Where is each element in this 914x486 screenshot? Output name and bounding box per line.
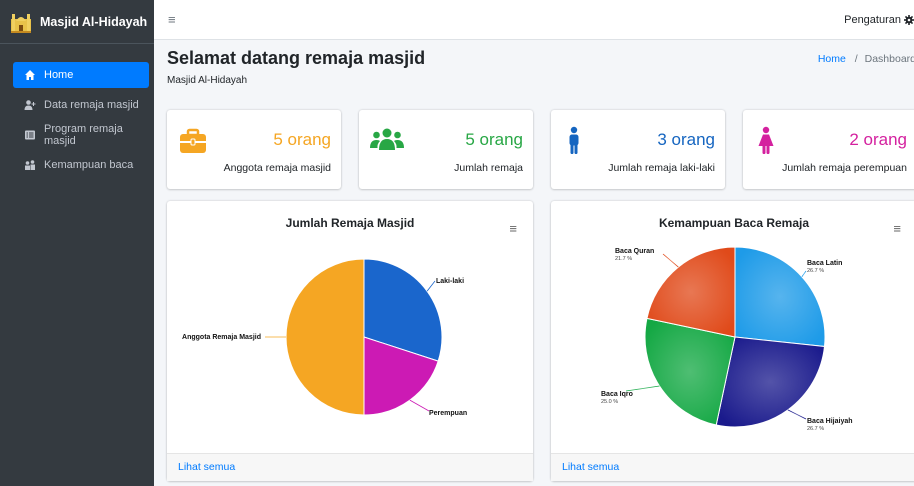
top-navbar: ≡ Pengaturan xyxy=(154,0,914,40)
stat-card-laki-laki: 3 orang Jumlah remaja laki-laki xyxy=(551,110,725,189)
people-icon xyxy=(24,159,36,171)
lihat-semua-link[interactable]: Lihat semua xyxy=(178,461,235,473)
stat-card-jumlah-remaja: 5 orang Jumlah remaja xyxy=(359,110,533,189)
male-icon xyxy=(569,126,579,154)
breadcrumb-home-link[interactable]: Home xyxy=(818,53,846,65)
pie-label-connector xyxy=(801,270,807,278)
chart-footer: Lihat semua xyxy=(167,453,533,481)
sidebar-item-data-remaja[interactable]: Data remaja masjid xyxy=(13,92,149,118)
chart-card-kemampuan-baca: Kemampuan Baca Remaja ≡ Baca Latin 26.7 %… xyxy=(551,201,914,481)
sidebar-item-program[interactable]: Program remaja masjid xyxy=(13,122,149,148)
pie-value-label: 26.7 % xyxy=(807,426,824,432)
pie-slice-anggota-remaja-masjid[interactable] xyxy=(285,258,365,416)
sidebar-item-label: Program remaja masjid xyxy=(44,123,123,147)
sidebar-nav: Home Data remaja masjid Program remaja m… xyxy=(0,44,154,178)
stat-label: Jumlah remaja xyxy=(454,162,523,174)
page-subtitle: Masjid Al-Hidayah xyxy=(167,75,248,86)
stat-label: Jumlah remaja laki-laki xyxy=(608,162,715,174)
pie-value-label: 21.7 % xyxy=(615,256,632,262)
stat-label: Jumlah remaja perempuan xyxy=(782,162,907,174)
breadcrumb: Home / Dashboard xyxy=(818,53,914,65)
female-icon xyxy=(758,126,774,154)
home-icon xyxy=(24,69,36,81)
hamburger-icon[interactable]: ≡ xyxy=(168,12,176,27)
breadcrumb-current: Dashboard xyxy=(864,53,914,65)
pie-chart-jumlah-remaja: Laki-laki Perempuan Anggota Remaja Masjid xyxy=(182,258,467,417)
stat-value: 2 orang xyxy=(849,130,907,149)
sidebar-item-label: Data remaja masjid xyxy=(44,99,139,111)
list-icon xyxy=(24,129,36,141)
pie-value-label: 25.0 % xyxy=(601,399,618,405)
pie-label-connector xyxy=(409,399,430,412)
main-content: ≡ Pengaturan Selamat datang remaja masji… xyxy=(154,0,914,486)
sidebar-item-home[interactable]: Home xyxy=(13,62,149,88)
pie-label-baca-hijaiyah: Baca Hijaiyah xyxy=(807,418,853,425)
lihat-semua-link[interactable]: Lihat semua xyxy=(562,461,619,473)
page-title: Selamat datang remaja masjid xyxy=(167,48,426,68)
settings-label: Pengaturan xyxy=(844,13,901,26)
mosque-logo-icon xyxy=(11,13,31,33)
pie-label-connector xyxy=(662,253,679,268)
stat-label: Anggota remaja masjid xyxy=(223,162,331,174)
sidebar-item-label: Home xyxy=(44,69,74,81)
settings-menu[interactable]: Pengaturan xyxy=(844,14,914,26)
sidebar-item-label: Kemampuan baca xyxy=(44,159,134,171)
stat-value: 5 orang xyxy=(273,130,331,149)
pie-value-label: 26.7 % xyxy=(807,268,824,274)
pie-label-connector xyxy=(787,409,807,420)
users-icon xyxy=(370,128,404,150)
brand-name: Masjid Al-Hidayah xyxy=(40,14,148,29)
pie-label-perempuan: Perempuan xyxy=(429,410,467,417)
pie-label-baca-latin: Baca Latin xyxy=(807,260,842,267)
pie-label-anggota-remaja-masjid: Anggota Remaja Masjid xyxy=(182,334,261,341)
stat-card-anggota: 5 orang Anggota remaja masjid xyxy=(167,110,341,189)
gear-icon xyxy=(904,14,914,25)
stat-value: 5 orang xyxy=(465,130,523,149)
stat-value: 3 orang xyxy=(657,130,715,149)
breadcrumb-separator: / xyxy=(854,53,858,65)
pie-label-laki-laki: Laki-laki xyxy=(436,278,464,285)
briefcase-icon xyxy=(180,128,206,153)
chart-footer: Lihat semua xyxy=(551,453,914,481)
page-header: Selamat datang remaja masjid Masjid Al-H… xyxy=(167,48,914,86)
user-plus-icon xyxy=(24,99,36,111)
pie-label-connector xyxy=(426,280,436,292)
stat-card-perempuan: 2 orang Jumlah remaja perempuan xyxy=(743,110,914,189)
chart-card-jumlah-remaja: Jumlah Remaja Masjid ≡ Laki-laki Perempua… xyxy=(167,201,533,481)
sidebar-item-kemampuan-baca[interactable]: Kemampuan baca xyxy=(13,152,149,178)
pie-label-baca-iqro: Baca Iqro xyxy=(601,391,633,398)
pie-chart-kemampuan-baca: Baca Latin26.7 %Baca Hijaiyah26.7 %Baca … xyxy=(601,246,853,432)
brand[interactable]: Masjid Al-Hidayah xyxy=(0,0,154,44)
pie-label-baca-quran: Baca Quran xyxy=(615,248,654,255)
sidebar: Masjid Al-Hidayah Home Data remaja masji… xyxy=(0,0,154,486)
